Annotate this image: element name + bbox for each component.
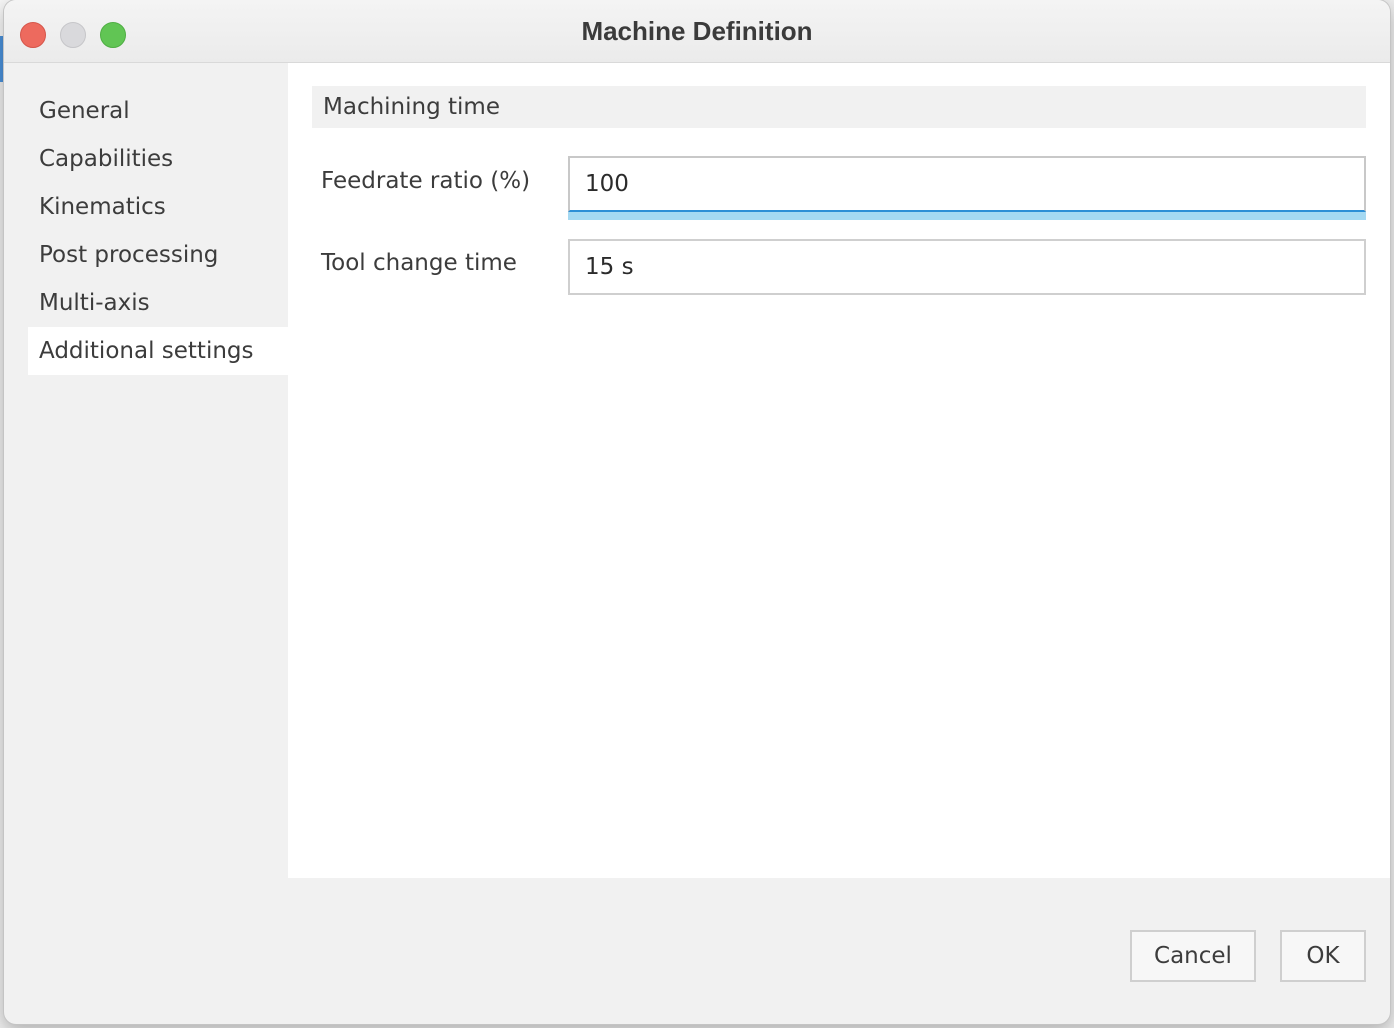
tool-change-time-input[interactable]: 15 s: [568, 239, 1366, 295]
ok-button[interactable]: OK: [1280, 930, 1366, 982]
sidebar-item-kinematics[interactable]: Kinematics: [28, 183, 288, 231]
sidebar-item-capabilities[interactable]: Capabilities: [28, 135, 288, 183]
sidebar-item-general[interactable]: General: [28, 87, 288, 135]
section-header: Machining time: [312, 86, 1366, 128]
sidebar-item-post-processing[interactable]: Post processing: [28, 231, 288, 279]
title-bar: Machine Definition: [4, 0, 1390, 63]
feedrate-ratio-input[interactable]: 100: [568, 156, 1366, 212]
cancel-button[interactable]: Cancel: [1130, 930, 1256, 982]
sidebar-item-additional-settings[interactable]: Additional settings: [28, 327, 288, 375]
machine-definition-dialog: Machine Definition General Capabilities …: [4, 0, 1390, 1024]
window-title: Machine Definition: [581, 16, 813, 46]
tool-change-time-label: Tool change time: [321, 250, 517, 276]
settings-sidebar: General Capabilities Kinematics Post pro…: [28, 63, 288, 878]
sidebar-item-multi-axis[interactable]: Multi-axis: [28, 279, 288, 327]
feedrate-ratio-label: Feedrate ratio (%): [321, 168, 531, 194]
settings-content-panel: Machining time Feedrate ratio (%) 100 To…: [288, 63, 1390, 878]
